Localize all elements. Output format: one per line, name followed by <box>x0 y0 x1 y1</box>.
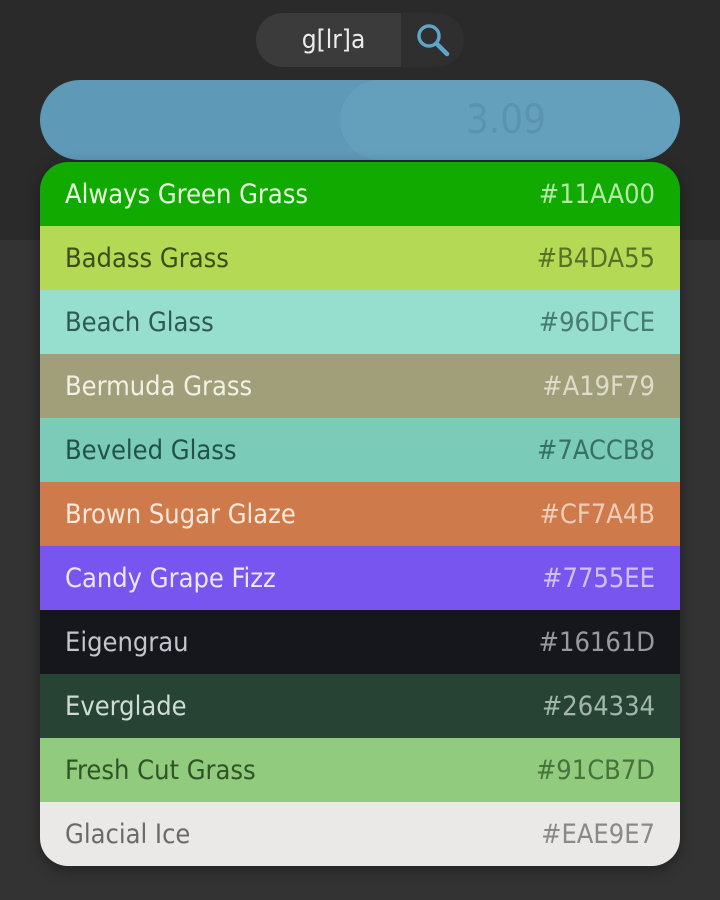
search-icon <box>416 24 449 57</box>
color-results-list: Always Green Grass #11AA00 Badass Grass #B4… <box>40 162 680 866</box>
color-name: Glacial Ice <box>65 818 191 850</box>
color-hex-code: #96DFCE <box>538 306 655 338</box>
color-name: Fresh Cut Grass <box>65 754 256 786</box>
color-name: Candy Grape Fizz <box>65 562 276 594</box>
search-button[interactable] <box>401 13 464 67</box>
search-input[interactable] <box>256 13 401 67</box>
contrast-ratio-bar: 3.09 <box>40 80 680 160</box>
color-hex-code: #7ACCB8 <box>537 434 655 466</box>
color-hex-code: #16161D <box>538 626 655 658</box>
color-hex-code: #EAE9E7 <box>541 818 655 850</box>
color-row[interactable]: Bermuda Grass #A19F79 <box>40 354 680 418</box>
color-name: Beveled Glass <box>65 434 237 466</box>
contrast-ratio-value: 3.09 <box>465 97 546 143</box>
color-name: Brown Sugar Glaze <box>65 498 296 530</box>
color-name: Bermuda Grass <box>65 370 253 402</box>
color-hex-code: #B4DA55 <box>536 242 655 274</box>
color-name: Badass Grass <box>65 242 229 274</box>
color-hex-code: #CF7A4B <box>539 498 655 530</box>
color-row[interactable]: Fresh Cut Grass #91CB7D <box>40 738 680 802</box>
color-name: Beach Glass <box>65 306 214 338</box>
search-bar <box>256 13 464 67</box>
color-hex-code: #264334 <box>541 690 655 722</box>
color-name: Everglade <box>65 690 187 722</box>
color-name: Always Green Grass <box>65 178 309 210</box>
color-row[interactable]: Always Green Grass #11AA00 <box>40 162 680 226</box>
color-row[interactable]: Eigengrau #16161D <box>40 610 680 674</box>
color-name: Eigengrau <box>65 626 189 658</box>
color-row[interactable]: Candy Grape Fizz #7755EE <box>40 546 680 610</box>
color-hex-code: #7755EE <box>542 562 655 594</box>
color-row[interactable]: Beach Glass #96DFCE <box>40 290 680 354</box>
color-row[interactable]: Badass Grass #B4DA55 <box>40 226 680 290</box>
color-row[interactable]: Brown Sugar Glaze #CF7A4B <box>40 482 680 546</box>
color-hex-code: #91CB7D <box>535 754 655 786</box>
color-hex-code: #A19F79 <box>542 370 655 402</box>
color-hex-code: #11AA00 <box>538 178 655 210</box>
color-row[interactable]: Glacial Ice #EAE9E7 <box>40 802 680 866</box>
color-row[interactable]: Beveled Glass #7ACCB8 <box>40 418 680 482</box>
color-row[interactable]: Everglade #264334 <box>40 674 680 738</box>
